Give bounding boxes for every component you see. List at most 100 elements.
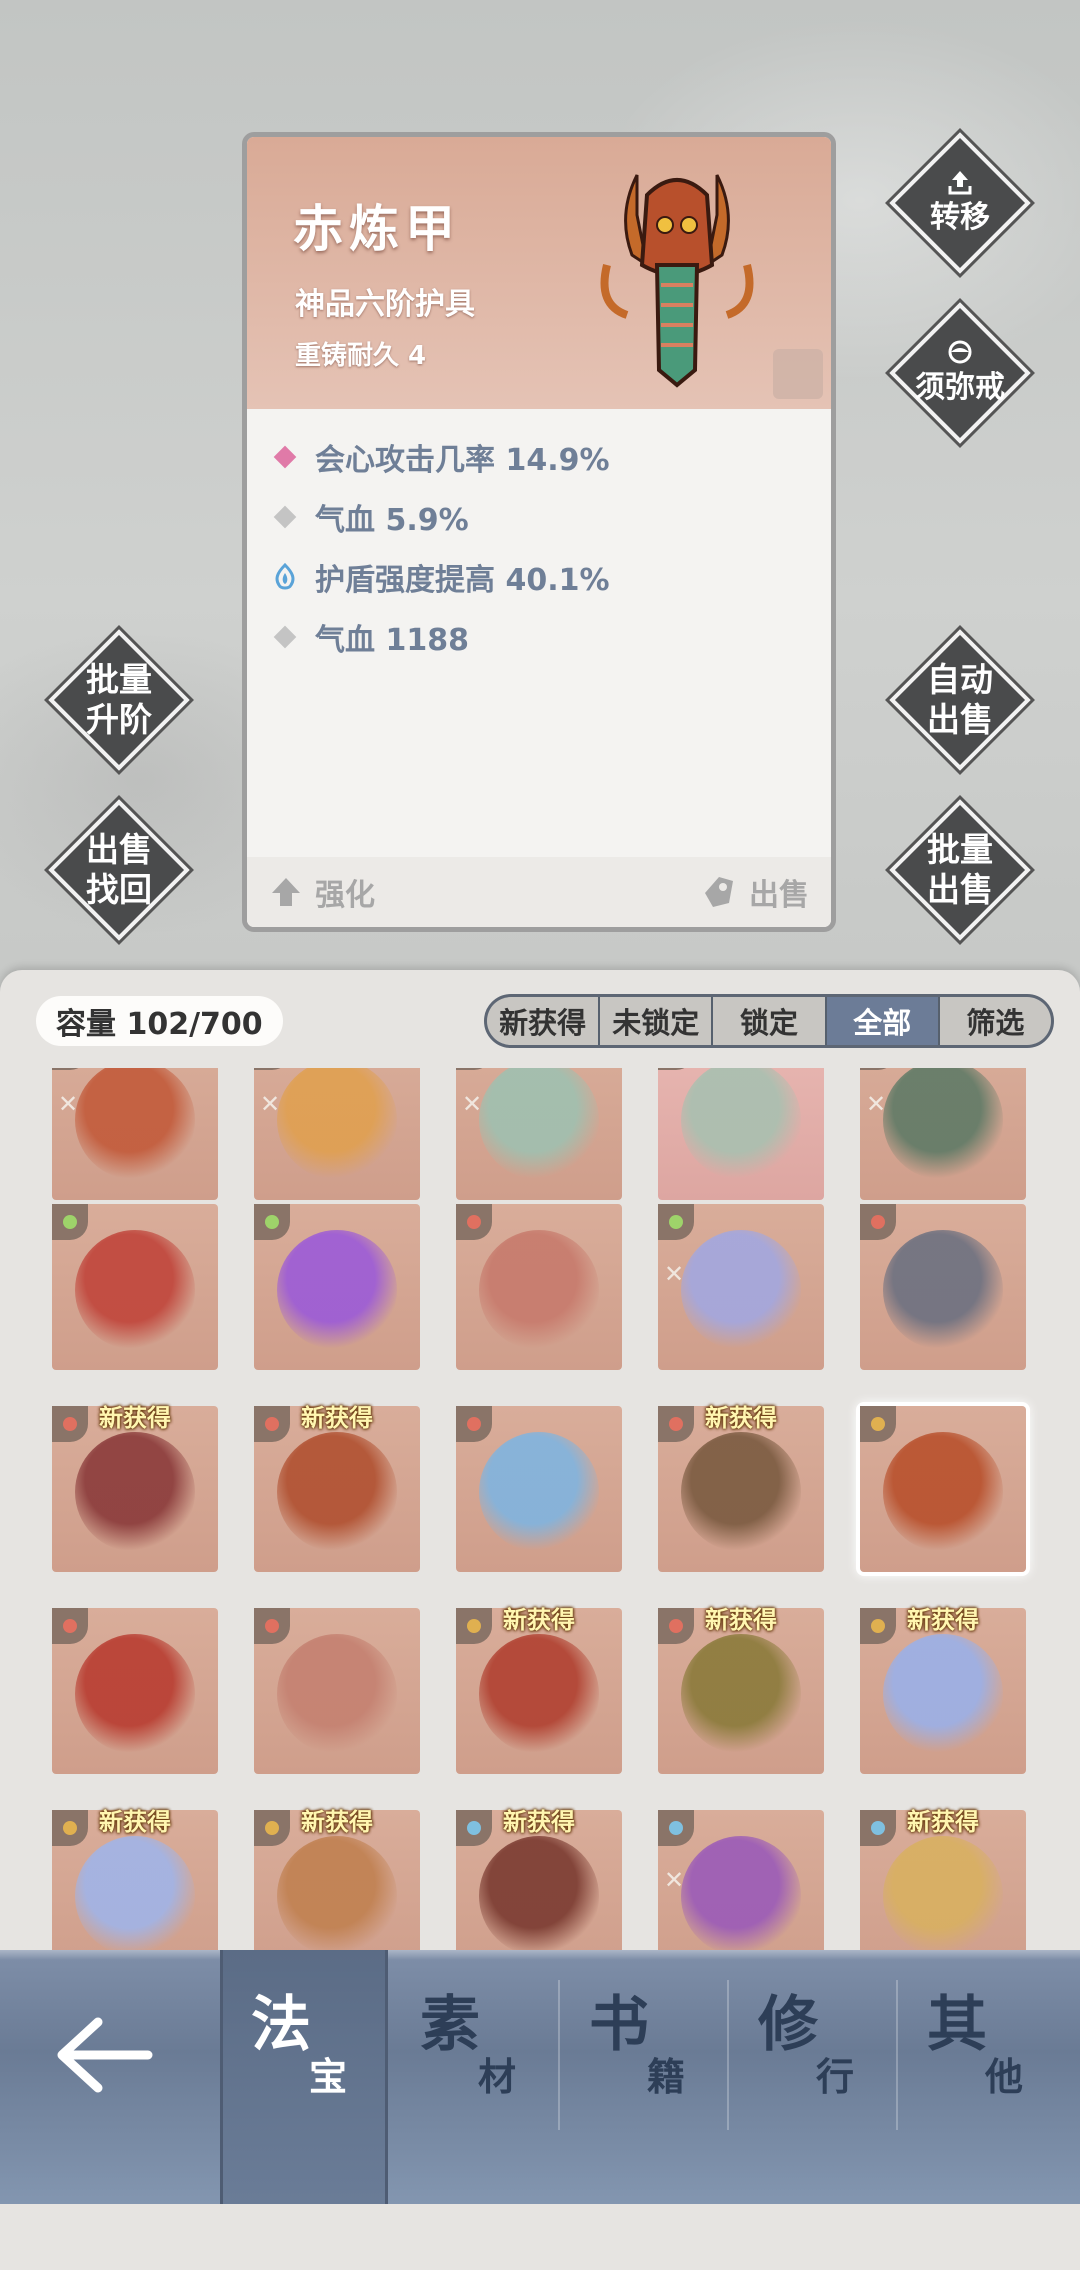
inventory-tile[interactable]: 新获得	[254, 1404, 420, 1572]
new-badge: 新获得	[99, 1808, 171, 1836]
equipment-slot-icon	[254, 1068, 290, 1070]
batch-upgrade-button[interactable]: 批量 升阶	[53, 634, 185, 766]
transfer-button[interactable]: 转移	[894, 137, 1026, 269]
blue-flame-icon	[271, 563, 299, 591]
lock-mark-icon: ✕	[866, 1090, 887, 1118]
inventory-tile[interactable]: ✕	[658, 1204, 824, 1370]
upload-icon	[948, 171, 972, 195]
enhance-button[interactable]: 强化	[269, 857, 375, 927]
filter-tabs: 新获得 未锁定 锁定 全部 筛选	[484, 994, 1054, 1048]
new-badge: 新获得	[907, 1606, 979, 1634]
item-artwork-icon	[681, 1634, 801, 1754]
filter-unlocked[interactable]: 未锁定	[600, 997, 714, 1045]
stat-row: 气血 5.9%	[271, 487, 610, 547]
equipment-slot-icon	[456, 1068, 492, 1070]
stat-row: 护盾强度提高 40.1%	[271, 547, 610, 607]
tab-treasure-big: 法	[251, 1990, 311, 2060]
inventory-tile[interactable]	[860, 1204, 1026, 1370]
inventory-tile[interactable]: 新获得	[658, 1404, 824, 1572]
tab-treasure[interactable]: 法 宝	[220, 1950, 388, 2204]
equipment-slot-icon	[456, 1204, 492, 1240]
item-artwork-icon	[681, 1836, 801, 1956]
armor-artwork-icon	[600, 174, 754, 388]
equipment-slot-icon	[52, 1608, 88, 1644]
inventory-tile[interactable]	[254, 1204, 420, 1370]
filter-all[interactable]: 全部	[826, 997, 940, 1045]
tab-books[interactable]: 书 籍	[561, 1950, 729, 2204]
inventory-tile[interactable]: ✕	[52, 1068, 218, 1200]
stat-text: 护盾强度提高 40.1%	[315, 563, 610, 598]
inventory-tile[interactable]	[456, 1204, 622, 1370]
stat-text: 气血 1188	[315, 623, 469, 658]
inventory-tile[interactable]	[52, 1204, 218, 1370]
inventory-tile[interactable]: 新获得	[860, 1808, 1026, 1960]
lock-mark-icon: ✕	[664, 1866, 685, 1894]
tab-materials[interactable]: 素 材	[392, 1950, 560, 2204]
inventory-tile[interactable]: 新获得	[254, 1808, 420, 1960]
lock-mark-icon: ✕	[58, 1090, 79, 1118]
inventory-tile[interactable]: ✕	[658, 1810, 824, 1960]
filter-screen[interactable]: 筛选	[939, 997, 1051, 1045]
tab-other-small: 他	[985, 2055, 1024, 2099]
sell-recover-button[interactable]: 出售 找回	[53, 804, 185, 936]
sell-label: 出售	[749, 878, 809, 913]
equipment-slot-icon	[658, 1810, 694, 1846]
item-grade: 神品六阶护具	[295, 287, 475, 322]
item-detail-card: 赤炼甲 神品六阶护具 重铸耐久 4 会心攻击几率 14.9% 气血 5.9% 护…	[242, 132, 836, 932]
inventory-tile[interactable]: ✕	[456, 1068, 622, 1200]
tab-cultivation[interactable]: 修 行	[730, 1950, 898, 2204]
item-artwork-icon	[75, 1634, 195, 1754]
batch-upgrade-label-1: 批量	[86, 660, 152, 699]
inventory-tile[interactable]	[456, 1406, 622, 1572]
tab-divider	[727, 1980, 729, 2130]
inventory-tile[interactable]	[52, 1608, 218, 1774]
item-artwork-icon	[883, 1634, 1003, 1754]
sell-recover-label-1: 出售	[86, 830, 152, 869]
filter-new[interactable]: 新获得	[487, 997, 601, 1045]
tab-materials-small: 材	[478, 2055, 517, 2099]
item-artwork-icon	[681, 1432, 801, 1552]
lock-mark-icon: ✕	[462, 1090, 483, 1118]
equipment-slot-icon	[860, 1068, 896, 1070]
inventory-tile[interactable]	[254, 1608, 420, 1774]
inventory-tile[interactable]: 新获得	[456, 1808, 622, 1960]
sell-tag-icon	[705, 877, 733, 907]
tab-other[interactable]: 其 他	[899, 1950, 1067, 2204]
equipment-slot-icon	[658, 1204, 694, 1240]
inventory-tile[interactable]	[860, 1406, 1026, 1572]
stat-text: 会心攻击几率 14.9%	[315, 443, 610, 478]
sumeru-ring-button[interactable]: 须弥戒	[894, 307, 1026, 439]
sell-button[interactable]: 出售	[699, 857, 809, 927]
item-artwork-icon	[479, 1836, 599, 1956]
stat-row: 气血 1188	[271, 607, 610, 667]
inventory-tile[interactable]: 新获得	[52, 1404, 218, 1572]
inventory-tile[interactable]: 新获得	[52, 1808, 218, 1960]
equipment-slot-icon	[52, 1204, 88, 1240]
inventory-tile[interactable]: 新获得	[860, 1606, 1026, 1774]
item-artwork-icon	[681, 1230, 801, 1350]
enhance-label: 强化	[315, 878, 375, 913]
collapse-tag-icon[interactable]	[773, 349, 823, 399]
item-artwork-icon	[883, 1432, 1003, 1552]
batch-sell-button[interactable]: 批量 出售	[894, 804, 1026, 936]
item-artwork-icon	[75, 1836, 195, 1956]
equipment-slot-icon	[254, 1608, 290, 1644]
inventory-tile[interactable]: 新获得	[658, 1606, 824, 1774]
inventory-tile[interactable]	[658, 1068, 824, 1200]
equipment-slot-icon	[860, 1406, 896, 1442]
item-name: 赤炼甲	[293, 200, 461, 258]
pink-diamond-icon	[271, 443, 299, 471]
item-artwork-icon	[75, 1432, 195, 1552]
new-badge: 新获得	[503, 1606, 575, 1634]
inventory-tile[interactable]: 新获得	[456, 1606, 622, 1774]
equipment-slot-icon	[860, 1204, 896, 1240]
batch-upgrade-label-2: 升阶	[86, 700, 152, 739]
tab-divider	[896, 1980, 898, 2130]
inventory-tile[interactable]: ✕	[254, 1068, 420, 1200]
capacity-badge: 容量 102/700	[36, 996, 283, 1046]
filter-locked[interactable]: 锁定	[713, 997, 827, 1045]
tab-materials-big: 素	[420, 1990, 480, 2060]
back-arrow-icon[interactable]	[50, 2000, 160, 2110]
inventory-tile[interactable]: ✕	[860, 1068, 1026, 1200]
auto-sell-button[interactable]: 自动 出售	[894, 634, 1026, 766]
